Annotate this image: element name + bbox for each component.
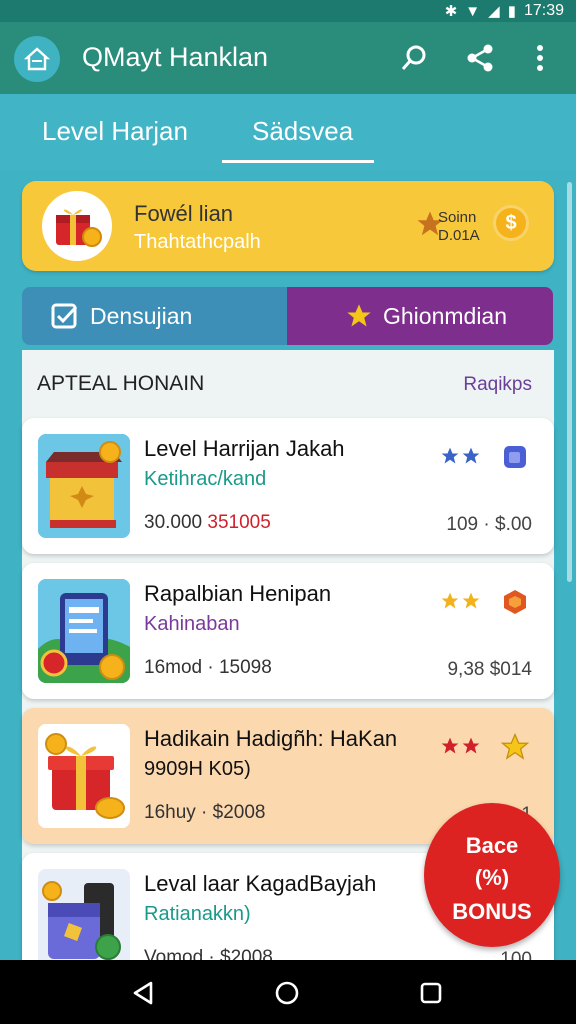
app-bar: QMayt Hanklan <box>0 22 576 94</box>
list-item[interactable]: Level Harrijan Jakah Ketihrac/kand 30.00… <box>22 418 554 554</box>
tab-level-harjan[interactable]: Level Harjan <box>42 116 188 147</box>
segment-ghionmdian-label: Ghionmdian <box>383 302 508 329</box>
app-title: QMayt Hanklan <box>82 42 269 72</box>
listing-name: Leval laar KagadBayjah <box>144 871 377 896</box>
gift-icon <box>42 191 112 261</box>
star-icon <box>345 302 373 330</box>
rating-stars <box>440 736 481 756</box>
listing-meta: 30.000 351005 <box>144 512 271 533</box>
listing-name: Level Harrijan Jakah <box>144 436 345 461</box>
more-vert-icon[interactable] <box>522 40 558 76</box>
cube-badge-icon <box>500 442 530 477</box>
listing-subtitle: Ketihrac/kand <box>144 468 267 490</box>
hexagon-badge-icon <box>500 587 530 622</box>
listing-subtitle: 9909H K05) <box>144 758 251 780</box>
shop-thumbnail <box>38 434 130 538</box>
status-time: 17:39 <box>523 2 564 19</box>
segment-ghionmdian[interactable]: Ghionmdian <box>287 287 553 345</box>
search-icon[interactable] <box>396 40 432 76</box>
listing-price: 109 · $.00 <box>446 514 532 535</box>
promo-banner[interactable]: Fowél lian Thahtathcpalh Soinn D.01A $ <box>22 181 554 271</box>
tab-sadsvea[interactable]: Sädsvea <box>252 116 353 147</box>
listing-price: 9,38 $014 <box>447 659 532 680</box>
promo-title: Fowél lian <box>134 201 234 226</box>
rating-stars <box>440 591 481 611</box>
section-link[interactable]: Raqikps <box>463 374 532 396</box>
checkbox-icon <box>50 301 80 331</box>
system-nav-bar <box>0 960 576 1024</box>
bluetooth-icon: ✱ <box>444 3 458 20</box>
rating-stars <box>440 446 481 466</box>
phone-thumbnail <box>38 579 130 683</box>
segment-densujian-label: Densujian <box>90 302 193 329</box>
listing-name: Hadikain Hadigñh: HaKan <box>144 726 398 751</box>
home-icon[interactable] <box>14 36 60 82</box>
listing-name: Rapalbian Henipan <box>144 581 332 606</box>
battery-icon: ▮ <box>507 3 516 20</box>
gift-thumbnail <box>38 724 130 828</box>
list-item[interactable]: Rapalbian Henipan Kahinaban 16mod · 1509… <box>22 563 554 699</box>
wifi-icon: ▼ <box>465 2 481 20</box>
listing-meta: 16huy · $2008 <box>144 802 266 823</box>
back-icon[interactable] <box>128 978 158 1008</box>
share-icon[interactable] <box>462 40 498 76</box>
status-icons: ✱ ▼ ◢ ▮ 17:39 <box>445 2 564 20</box>
status-bar: ✱ ▼ ◢ ▮ 17:39 <box>0 0 576 22</box>
bonus-button[interactable]: Bace (%) BONUS <box>424 803 560 947</box>
bag-thumbnail <box>38 869 130 973</box>
promo-coin-label: Soinn D.01A <box>438 209 480 244</box>
active-tab-indicator <box>222 160 374 163</box>
tab-bar: Level Harjan Sädsvea <box>0 94 576 170</box>
star-badge-icon <box>500 732 530 767</box>
promo-subtitle: Thahtathcpalh <box>134 231 261 253</box>
home-nav-icon[interactable] <box>272 978 302 1008</box>
scrollbar[interactable] <box>567 182 572 582</box>
listing-subtitle: Ratianakkn) <box>144 903 251 925</box>
listing-subtitle: Kahinaban <box>144 613 240 635</box>
coin-icon: $ <box>493 205 529 241</box>
recents-icon[interactable] <box>416 978 446 1008</box>
signal-icon: ◢ <box>488 3 500 20</box>
segment-densujian[interactable]: Densujian <box>22 287 287 345</box>
section-title: APTEAL HONAIN <box>37 372 205 395</box>
listing-meta: 16mod · 15098 <box>144 657 272 678</box>
